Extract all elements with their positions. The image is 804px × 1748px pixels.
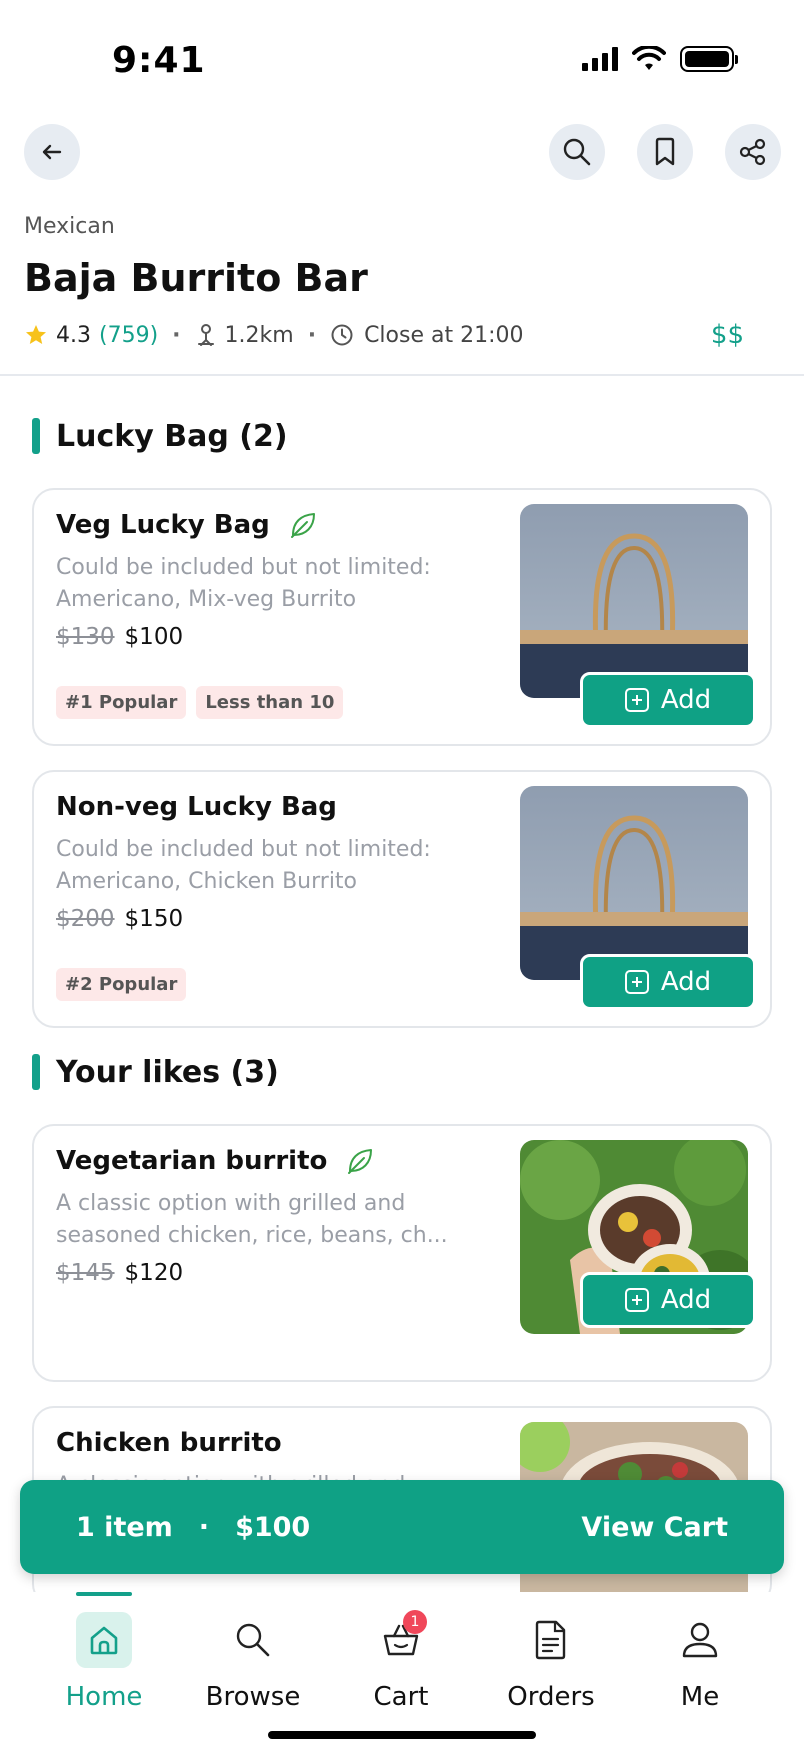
active-tab-indicator (76, 1592, 132, 1596)
item-price: $130 $100 (56, 624, 183, 650)
clock-icon (331, 324, 353, 346)
tag-badge: Less than 10 (196, 686, 344, 719)
status-bar: 9:41 (0, 0, 804, 110)
plus-square-icon (624, 1288, 649, 1312)
hours-value: Close at 21:00 (364, 322, 524, 348)
item-tags: #2 Popular (56, 968, 187, 1001)
star-icon (26, 325, 46, 344)
leaf-icon (290, 513, 315, 538)
nav-item-home[interactable]: Home (34, 1612, 174, 1712)
leaf-icon (348, 1149, 373, 1174)
distance-value: 1.2km (224, 322, 294, 348)
item-description: Could be included but not limited: Ameri… (56, 555, 431, 612)
bookmark-button[interactable] (637, 124, 693, 180)
status-time: 9:41 (112, 40, 206, 81)
item-price: $145 $120 (56, 1260, 183, 1286)
search-icon (563, 138, 591, 166)
search-button[interactable] (549, 124, 605, 180)
cart-badge: 1 (403, 1610, 427, 1634)
review-count[interactable]: (759) (99, 323, 158, 348)
item-name: Non-veg Lucky Bag (56, 792, 337, 822)
item-image (520, 786, 748, 980)
item-name: Veg Lucky Bag (56, 510, 270, 540)
document-icon (535, 1620, 566, 1660)
arrow-left-icon (42, 144, 62, 160)
sale-price: $150 (124, 906, 184, 932)
nav-item-orders[interactable]: Orders (481, 1612, 621, 1712)
header-divider (0, 374, 804, 376)
section-title-lucky-bag: Lucky Bag (2) (32, 418, 288, 454)
cuisine-label: Mexican (24, 214, 115, 239)
home-indicator (268, 1731, 536, 1739)
status-icons (582, 46, 738, 72)
item-description: A classic option with grilled and season… (56, 1191, 448, 1248)
item-name: Chicken burrito (56, 1428, 282, 1458)
signal-icon (582, 47, 618, 71)
restaurant-name: Baja Burrito Bar (24, 256, 368, 300)
share-icon (739, 138, 766, 166)
item-tags: #1 Popular Less than 10 (56, 686, 344, 719)
add-to-cart-button[interactable]: Add (580, 954, 756, 1010)
user-icon (682, 1622, 718, 1658)
cart-total: $100 (235, 1511, 311, 1543)
battery-icon (680, 46, 738, 72)
nav-item-me[interactable]: Me (630, 1612, 770, 1712)
sale-price: $120 (124, 1260, 184, 1286)
nav-item-browse[interactable]: Browse (183, 1612, 323, 1712)
back-button[interactable] (24, 124, 80, 180)
item-image (520, 504, 748, 698)
price-level: $$ (710, 320, 744, 350)
item-price: $200 $150 (56, 906, 183, 932)
location-walk-icon (197, 324, 214, 346)
view-cart-bar[interactable]: 1 item · $100 View Cart (20, 1480, 784, 1574)
original-price: $130 (56, 624, 115, 650)
item-description: Could be included but not limited: Ameri… (56, 837, 431, 894)
section-title-your-likes: Your likes (3) (32, 1054, 279, 1090)
add-to-cart-button[interactable]: Add (580, 1272, 756, 1328)
bookmark-icon (655, 137, 675, 166)
view-cart-button[interactable]: View Cart (581, 1512, 728, 1543)
menu-item-card[interactable]: Vegetarian burrito A classic option with… (32, 1124, 772, 1382)
wifi-icon (632, 46, 666, 70)
add-to-cart-button[interactable]: Add (580, 672, 756, 728)
tag-badge: #1 Popular (56, 686, 187, 719)
original-price: $145 (56, 1260, 115, 1286)
rating-value: 4.3 (56, 322, 91, 348)
plus-square-icon (624, 688, 649, 712)
sale-price: $100 (124, 624, 184, 650)
home-icon (90, 1626, 118, 1655)
nav-item-cart[interactable]: 1 Cart (331, 1610, 471, 1712)
cart-item-count: 1 item (76, 1511, 173, 1543)
plus-square-icon (624, 970, 649, 994)
search-icon (236, 1623, 270, 1657)
tag-badge: #2 Popular (56, 968, 187, 1001)
original-price: $200 (56, 906, 115, 932)
item-name: Vegetarian burrito (56, 1146, 328, 1176)
share-button[interactable] (725, 124, 781, 180)
bottom-nav: Home Browse 1 Cart Orders Me (0, 1592, 804, 1748)
restaurant-meta: 4.3 (759) · 1.2km · Close at 21:00 $$ (24, 318, 744, 352)
